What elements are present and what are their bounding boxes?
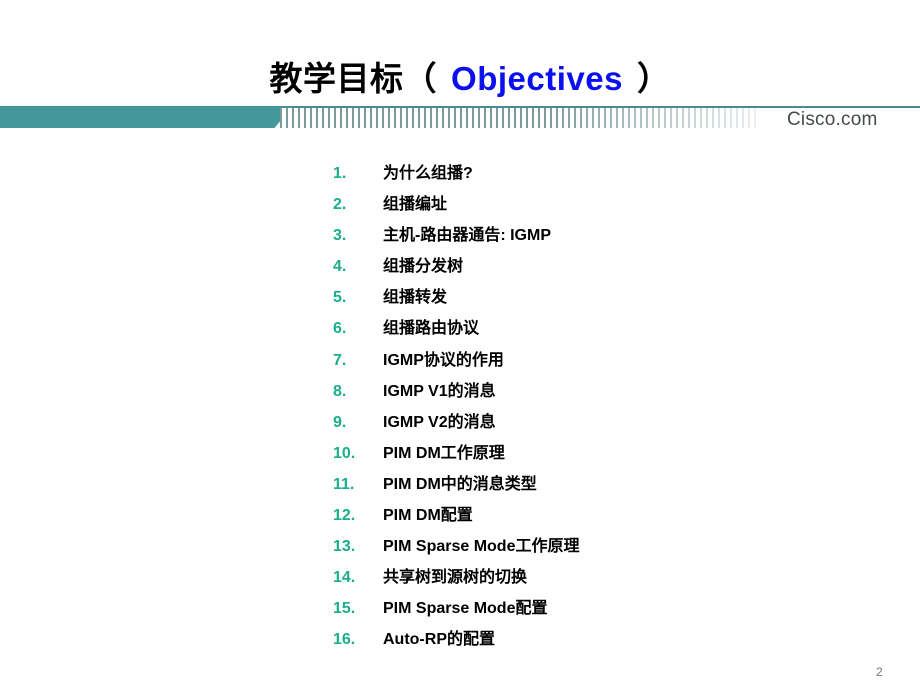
item-number: 14. (333, 569, 356, 587)
item-number: 6. (333, 320, 347, 338)
list-item: 16. Auto-RP的配置 (333, 628, 579, 659)
list-item: 8. IGMP V1的消息 (333, 380, 579, 411)
banner-stripes (280, 108, 760, 128)
item-number: 8. (333, 382, 347, 400)
item-number: 9. (333, 413, 347, 431)
item-text: 组播转发 (383, 289, 448, 307)
list-item: 3. 主机-路由器通告: IGMP (333, 224, 579, 255)
objectives-list: 1. 为什么组播? 2. 组播编址 3. 主机-路由器通告: IGMP 4. 组播分发树… (333, 162, 579, 660)
list-item: 7. IGMP协议的作用 (333, 349, 579, 380)
list-item: 2. 组播编址 (333, 193, 579, 224)
banner-solid-block (0, 107, 292, 128)
item-text: Auto-RP的配置 (383, 631, 495, 649)
item-text: 共享树到源树的切换 (383, 569, 528, 587)
list-item: 13. PIM Sparse Mode工作原理 (333, 535, 579, 566)
list-item: 5. 组播转发 (333, 286, 579, 317)
cisco-logo-text: Cisco.com (787, 109, 878, 130)
item-text: 为什么组播? (383, 165, 473, 182)
item-text: 主机-路由器通告: IGMP (383, 227, 551, 245)
item-text: PIM Sparse Mode配置 (383, 600, 548, 618)
item-text: 组播分发树 (383, 258, 464, 276)
item-text: PIM DM配置 (383, 507, 473, 525)
item-number: 5. (333, 289, 347, 307)
item-number: 3. (333, 227, 347, 245)
item-number: 7. (333, 351, 347, 369)
title-chinese: 教学目标（ (269, 60, 438, 97)
item-number: 15. (333, 600, 356, 618)
item-text: IGMP V1的消息 (383, 382, 496, 400)
item-number: 10. (333, 444, 356, 462)
list-item: 1. 为什么组播? (333, 162, 579, 193)
item-text: PIM DM工作原理 (383, 444, 505, 462)
item-text: IGMP协议的作用 (383, 351, 504, 369)
list-item: 12. PIM DM配置 (333, 504, 579, 535)
list-item: 9. IGMP V2的消息 (333, 411, 579, 442)
item-text: PIM Sparse Mode工作原理 (383, 538, 580, 556)
list-item: 4. 组播分发树 (333, 255, 579, 286)
item-number: 11. (333, 475, 355, 493)
item-number: 16. (333, 631, 356, 649)
list-item: 15. PIM Sparse Mode配置 (333, 597, 579, 628)
item-number: 13. (333, 538, 356, 556)
list-item: 11. PIM DM中的消息类型 (333, 473, 579, 504)
slide-title: 教学目标（ Objectives ） (0, 52, 920, 100)
item-text: 组播编址 (383, 196, 448, 214)
item-text: IGMP V2的消息 (383, 413, 496, 431)
item-number: 4. (333, 258, 347, 276)
item-number: 1. (333, 165, 347, 182)
list-item: 6. 组播路由协议 (333, 317, 579, 348)
item-number: 12. (333, 507, 356, 525)
item-text: 组播路由协议 (383, 320, 480, 338)
item-number: 2. (333, 196, 347, 214)
list-item: 14. 共享树到源树的切换 (333, 566, 579, 597)
list-item: 10. PIM DM工作原理 (333, 442, 579, 473)
item-text: PIM DM中的消息类型 (383, 475, 537, 493)
title-close-paren: ） (636, 60, 671, 97)
title-english: Objectives (451, 60, 623, 97)
page-number: 2 (876, 665, 883, 679)
